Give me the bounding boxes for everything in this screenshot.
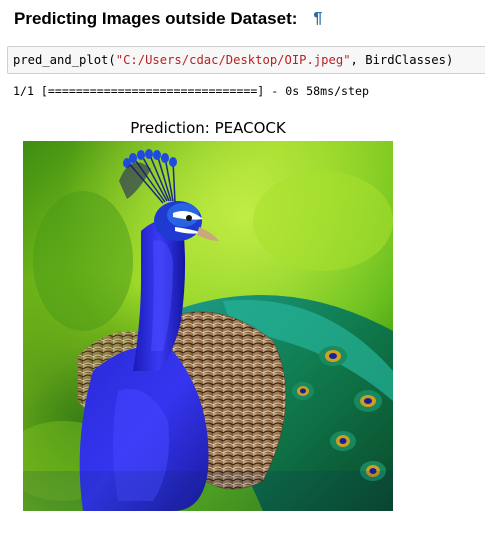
pilcrow-anchor-icon[interactable]: ¶ (313, 10, 322, 28)
heading-text: Predicting Images outside Dataset: (14, 9, 298, 28)
code-line: pred_and_plot("C:/Users/cdac/Desktop/OIP… (13, 53, 453, 68)
code-separator: , (350, 53, 366, 67)
plot-title: Prediction: PEACOCK (130, 119, 286, 137)
code-string-literal: "C:/Users/cdac/Desktop/OIP.jpeg" (115, 53, 351, 67)
markdown-heading: Predicting Images outside Dataset: ¶ (14, 8, 322, 30)
code-function-name: pred_and_plot (13, 53, 109, 67)
peacock-image (23, 141, 393, 511)
code-argument: BirdClasses (365, 53, 446, 67)
output-progress-line: 1/1 [==============================] - 0… (13, 84, 369, 98)
notebook-page: Predicting Images outside Dataset: ¶ pre… (0, 0, 485, 537)
code-cell-input[interactable]: pred_and_plot("C:/Users/cdac/Desktop/OIP… (7, 46, 485, 74)
code-close-paren: ) (445, 53, 454, 67)
code-open-paren: ( (108, 53, 116, 67)
